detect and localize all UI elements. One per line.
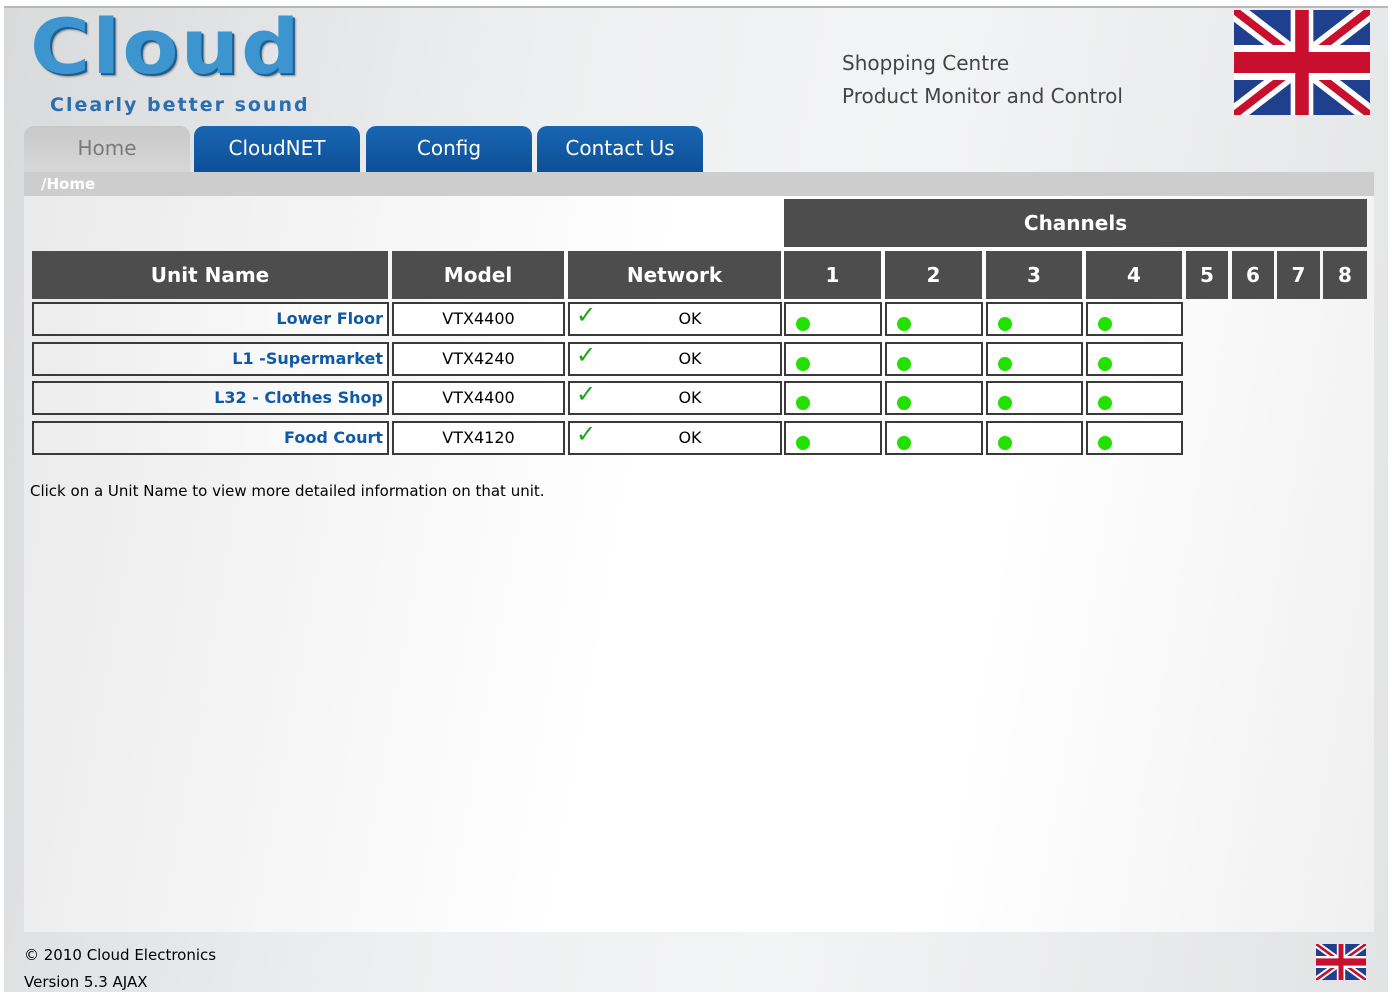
channel-2-cell: [885, 342, 983, 376]
breadcrumb[interactable]: /Home: [41, 175, 95, 193]
channel-4-cell: [1086, 302, 1183, 336]
status-dot-icon: [796, 357, 810, 371]
col-header-channel-4: 4: [1086, 251, 1182, 299]
network-cell: ✓ OK: [568, 301, 782, 336]
col-header-channel-5: 5: [1186, 251, 1228, 299]
site-title: Shopping Centre Product Monitor and Cont…: [842, 47, 1123, 113]
tab-cloudnet[interactable]: CloudNET: [194, 126, 360, 172]
channel-1-cell: [784, 342, 882, 376]
model-cell: VTX4400: [392, 381, 565, 415]
unit-name-cell: Food Court: [32, 421, 389, 455]
channel-4-cell: [1086, 342, 1183, 376]
status-dot-icon: [897, 396, 911, 410]
channel-1-cell: [784, 421, 882, 455]
col-header-channel-3: 3: [986, 251, 1082, 299]
model-cell: VTX4120: [392, 421, 565, 455]
model-cell: VTX4400: [392, 302, 565, 336]
col-header-unit-name: Unit Name: [32, 251, 388, 299]
tab-config[interactable]: Config: [366, 126, 532, 172]
channel-2-cell: [885, 302, 983, 336]
unit-name-cell: Lower Floor: [32, 302, 389, 336]
unit-name-link[interactable]: Food Court: [284, 428, 383, 447]
uk-flag-language-icon[interactable]: [1316, 944, 1366, 980]
network-cell: ✓ OK: [568, 341, 782, 376]
status-dot-icon: [796, 436, 810, 450]
channel-2-cell: [885, 421, 983, 455]
col-header-channel-6: 6: [1232, 251, 1274, 299]
tab-home[interactable]: Home: [24, 126, 190, 172]
network-cell: ✓ OK: [568, 380, 782, 415]
uk-flag-icon[interactable]: [1234, 10, 1370, 115]
copyright-text: © 2010 Cloud Electronics: [24, 946, 217, 964]
channel-1-cell: [784, 302, 882, 336]
help-note: Click on a Unit Name to view more detail…: [30, 482, 545, 500]
unit-name-link[interactable]: L32 - Clothes Shop: [214, 388, 383, 407]
unit-name-link[interactable]: L1 -Supermarket: [232, 349, 383, 368]
channel-1-cell: [784, 381, 882, 415]
col-header-channel-8: 8: [1323, 251, 1367, 299]
status-dot-icon: [1098, 436, 1112, 450]
status-dot-icon: [998, 436, 1012, 450]
channel-4-cell: [1086, 421, 1183, 455]
unit-name-cell: L32 - Clothes Shop: [32, 381, 389, 415]
status-dot-icon: [1098, 317, 1112, 331]
version-text: Version 5.3 AJAX: [24, 973, 148, 991]
content-panel: /Home Channels Unit Name Model Network 1…: [24, 172, 1374, 932]
cloud-logo[interactable]: Cloud Clearly better sound: [30, 4, 320, 125]
network-status: OK: [678, 428, 702, 447]
status-dot-icon: [897, 357, 911, 371]
status-dot-icon: [897, 436, 911, 450]
channel-3-cell: [986, 342, 1083, 376]
model-cell: VTX4240: [392, 342, 565, 376]
site-title-line2: Product Monitor and Control: [842, 84, 1123, 108]
unit-name-cell: L1 -Supermarket: [32, 342, 389, 376]
network-cell: ✓ OK: [568, 420, 782, 455]
breadcrumb-bar: /Home: [24, 172, 1374, 196]
network-status: OK: [678, 349, 702, 368]
channel-4-cell: [1086, 381, 1183, 415]
col-header-network: Network: [568, 251, 781, 299]
unit-name-link[interactable]: Lower Floor: [276, 309, 383, 328]
status-dot-icon: [1098, 357, 1112, 371]
status-dot-icon: [1098, 396, 1112, 410]
channel-3-cell: [986, 421, 1083, 455]
site-title-line1: Shopping Centre: [842, 51, 1010, 75]
col-header-channel-2: 2: [885, 251, 982, 299]
channel-3-cell: [986, 381, 1083, 415]
network-status: OK: [678, 388, 702, 407]
logo-tagline: Clearly better sound: [50, 94, 310, 116]
col-header-channel-1: 1: [784, 251, 881, 299]
channels-group-header: Channels: [784, 199, 1367, 247]
network-status: OK: [678, 309, 702, 328]
status-dot-icon: [796, 317, 810, 331]
status-dot-icon: [998, 396, 1012, 410]
status-dot-icon: [796, 396, 810, 410]
status-dot-icon: [998, 317, 1012, 331]
tab-contact-us[interactable]: Contact Us: [537, 126, 703, 172]
footer: © 2010 Cloud Electronics Version 5.3 AJA…: [24, 942, 216, 996]
channel-2-cell: [885, 381, 983, 415]
channel-3-cell: [986, 302, 1083, 336]
logo-word: Cloud: [30, 4, 302, 92]
status-dot-icon: [897, 317, 911, 331]
status-dot-icon: [998, 357, 1012, 371]
col-header-model: Model: [392, 251, 564, 299]
col-header-channel-7: 7: [1277, 251, 1320, 299]
